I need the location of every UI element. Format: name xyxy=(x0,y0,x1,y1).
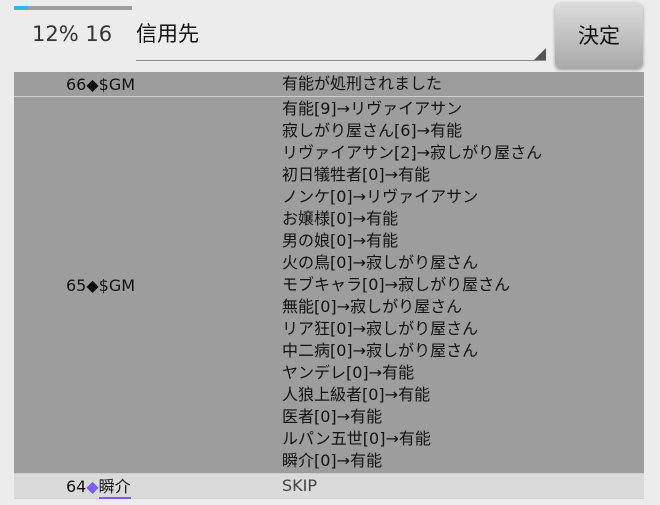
message-line: 有能[9]→リヴァイアサン xyxy=(282,99,463,118)
log-message: 有能が処刑されました xyxy=(282,72,644,96)
message-line: リア狂[0]→寂しがり屋さん xyxy=(282,319,479,338)
day-number: 65 xyxy=(66,275,87,295)
log-row-head: 65 ◆ $GM xyxy=(66,97,135,473)
day-number: 66 xyxy=(66,74,87,94)
log-message: 有能[9]→リヴァイアサン 寂しがり屋さん[6]→有能 リヴァイアサン[2]→寂… xyxy=(282,97,644,473)
message-line: 男の娘[0]→有能 xyxy=(282,231,399,250)
message-line: 中二病[0]→寂しがり屋さん xyxy=(282,341,479,360)
log-row: 64 ◆ 瞬介 SKIP xyxy=(14,474,644,499)
day-number: 64 xyxy=(66,476,87,496)
diamond-icon: ◆ xyxy=(86,275,99,295)
target-select[interactable]: 信用先 xyxy=(136,10,546,61)
log-row-head: 64 ◆ 瞬介 xyxy=(66,473,131,499)
log-row: 65 ◆ $GM 有能[9]→リヴァイアサン 寂しがり屋さん[6]→有能 リヴァイア… xyxy=(14,97,644,474)
message-line: リヴァイアサン[2]→寂しがり屋さん xyxy=(282,143,543,162)
speaker-name: $GM xyxy=(98,74,136,94)
message-line: ルパン五世[0]→有能 xyxy=(282,429,431,448)
decide-button[interactable]: 決定 xyxy=(555,2,643,68)
speaker-name-link[interactable]: 瞬介 xyxy=(98,473,131,499)
log-row-head: 66 ◆ $GM xyxy=(66,72,135,96)
message-line: ヤンデレ[0]→有能 xyxy=(282,363,415,382)
log-message: SKIP xyxy=(282,474,644,498)
progress-fill xyxy=(14,6,29,10)
message-line: ノンケ[0]→リヴァイアサン xyxy=(282,187,479,206)
log-row: 66 ◆ $GM 有能が処刑されました xyxy=(14,72,644,97)
message-line: 瞬介[0]→有能 xyxy=(282,451,383,470)
message-line: 初日犠牲者[0]→有能 xyxy=(282,165,431,184)
target-select-value: 信用先 xyxy=(136,22,199,46)
diamond-icon: ◆ xyxy=(86,476,99,496)
progress-bar xyxy=(14,6,132,10)
speaker-name: $GM xyxy=(98,275,136,295)
message-line: 無能[0]→寂しがり屋さん xyxy=(282,297,463,316)
progress-counter: 12% 16 xyxy=(32,22,113,46)
message-line: 寂しがり屋さん[6]→有能 xyxy=(282,121,463,140)
chat-log[interactable]: 66 ◆ $GM 有能が処刑されました 65 ◆ $GM 有能[9]→リヴァイアサン 寂… xyxy=(14,72,644,505)
message-line: 火の鳥[0]→寂しがり屋さん xyxy=(282,253,479,272)
message-line: 医者[0]→有能 xyxy=(282,407,383,426)
message-line: SKIP xyxy=(282,476,318,495)
message-line: モブキャラ[0]→寂しがり屋さん xyxy=(282,275,511,294)
message-line: 人狼上級者[0]→有能 xyxy=(282,385,431,404)
dropdown-arrow-icon xyxy=(534,48,546,60)
diamond-icon: ◆ xyxy=(86,74,99,94)
message-line: お嬢様[0]→有能 xyxy=(282,209,399,228)
top-bar: 12% 16 信用先 決定 xyxy=(0,0,660,72)
message-line: 有能が処刑されました xyxy=(282,74,443,93)
